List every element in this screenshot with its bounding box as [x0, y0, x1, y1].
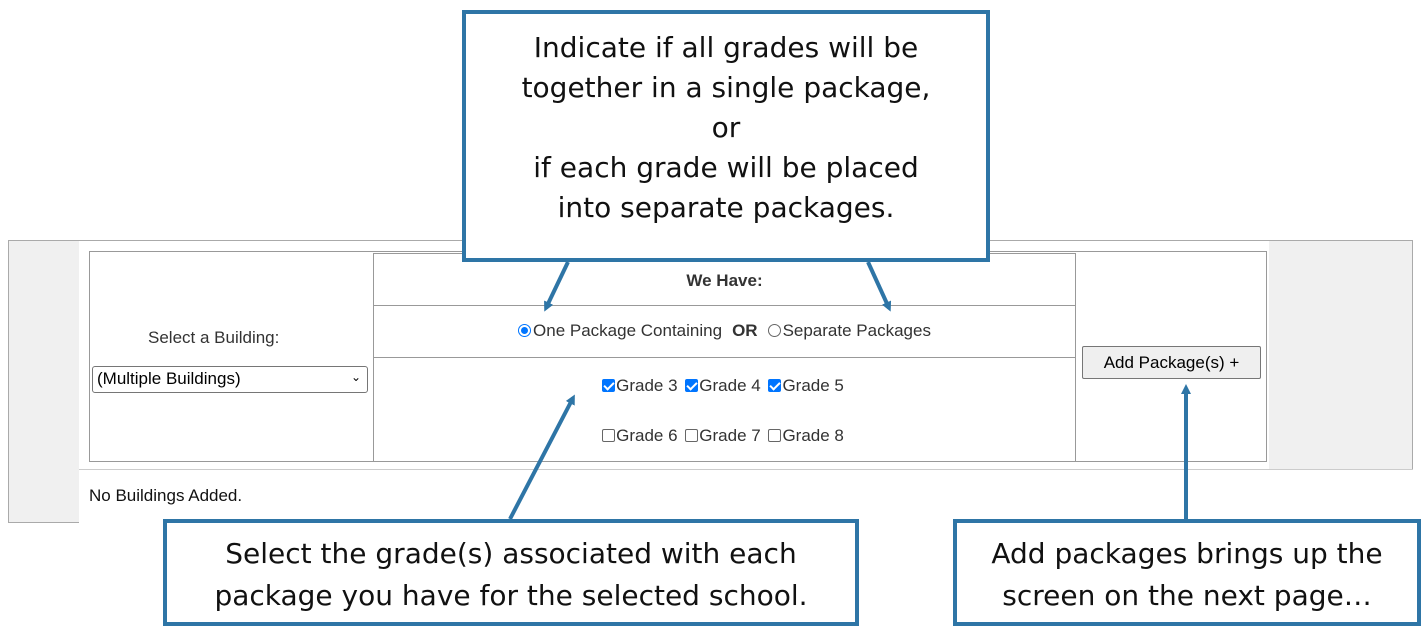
callout-top-line-2: together in a single package, — [521, 71, 931, 104]
callout-top-line-3: or — [711, 111, 741, 144]
grade-7-checkbox[interactable] — [685, 429, 699, 442]
callout-right-line-2: screen on the next page… — [1002, 579, 1372, 612]
building-package-panel: Select a Building: (Multiple Buildings) … — [8, 240, 1413, 523]
grade-5-option[interactable]: Grade 5 — [768, 376, 844, 395]
one-package-radio[interactable] — [518, 324, 532, 337]
grade-4-checkbox[interactable] — [685, 379, 699, 392]
callout-top-line-5: into separate packages. — [557, 191, 895, 224]
grade-4-option[interactable]: Grade 4 — [685, 376, 761, 395]
package-type-row: One Package Containing OR Separate Package… — [374, 306, 1075, 358]
callout-add-packages: Add packages brings up the screen on the… — [953, 519, 1421, 626]
grade-3-option[interactable]: Grade 3 — [602, 376, 678, 395]
grades-cell: Grade 3 Grade 4 Grade 5 Grade 6 Grade 7 … — [374, 358, 1075, 461]
grade-6-checkbox[interactable] — [602, 429, 616, 442]
separate-packages-radio[interactable] — [767, 324, 781, 337]
grades-row-1: Grade 3 Grade 4 Grade 5 — [374, 376, 1075, 396]
grades-row-2: Grade 6 Grade 7 Grade 8 — [374, 426, 1075, 446]
grade-5-checkbox[interactable] — [768, 379, 782, 392]
content-row: Select a Building: (Multiple Buildings) … — [79, 241, 1269, 469]
callout-left-line-1: Select the grade(s) associated with each — [225, 537, 797, 570]
one-package-label[interactable]: One Package Containing — [533, 321, 722, 340]
grade-7-label[interactable]: Grade 7 — [699, 426, 760, 445]
callout-top-line-1: Indicate if all grades will be — [533, 31, 919, 64]
status-text: No Buildings Added. — [89, 486, 243, 505]
status-row: No Buildings Added. — [79, 469, 1413, 523]
grade-8-checkbox[interactable] — [768, 429, 782, 442]
building-select-value: (Multiple Buildings) — [97, 369, 241, 388]
package-form: Select a Building: (Multiple Buildings) … — [89, 251, 1267, 462]
grade-7-option[interactable]: Grade 7 — [685, 426, 761, 445]
or-label: OR — [732, 321, 758, 340]
grade-8-option[interactable]: Grade 8 — [768, 426, 844, 445]
grade-4-label[interactable]: Grade 4 — [699, 376, 760, 395]
callout-left-line-2: package you have for the selected school… — [214, 579, 808, 612]
separate-packages-label[interactable]: Separate Packages — [783, 321, 931, 340]
building-label: Select a Building: — [148, 328, 280, 347]
callout-package-mode: Indicate if all grades will be together … — [462, 10, 990, 262]
chevron-down-icon: ⌄ — [350, 370, 361, 384]
package-options-grid: We Have: One Package Containing OR Separat… — [373, 253, 1076, 462]
grade-6-option[interactable]: Grade 6 — [602, 426, 678, 445]
building-select[interactable]: (Multiple Buildings) ⌄ — [92, 366, 368, 393]
add-packages-button[interactable]: Add Package(s) + — [1082, 346, 1261, 379]
callout-select-grades: Select the grade(s) associated with each… — [163, 519, 859, 626]
callout-right-line-1: Add packages brings up the — [991, 537, 1383, 570]
grade-8-label[interactable]: Grade 8 — [782, 426, 843, 445]
grade-3-checkbox[interactable] — [602, 379, 616, 392]
callout-top-line-4: if each grade will be placed — [533, 151, 919, 184]
grade-5-label[interactable]: Grade 5 — [782, 376, 843, 395]
grade-6-label[interactable]: Grade 6 — [616, 426, 677, 445]
grade-3-label[interactable]: Grade 3 — [616, 376, 677, 395]
